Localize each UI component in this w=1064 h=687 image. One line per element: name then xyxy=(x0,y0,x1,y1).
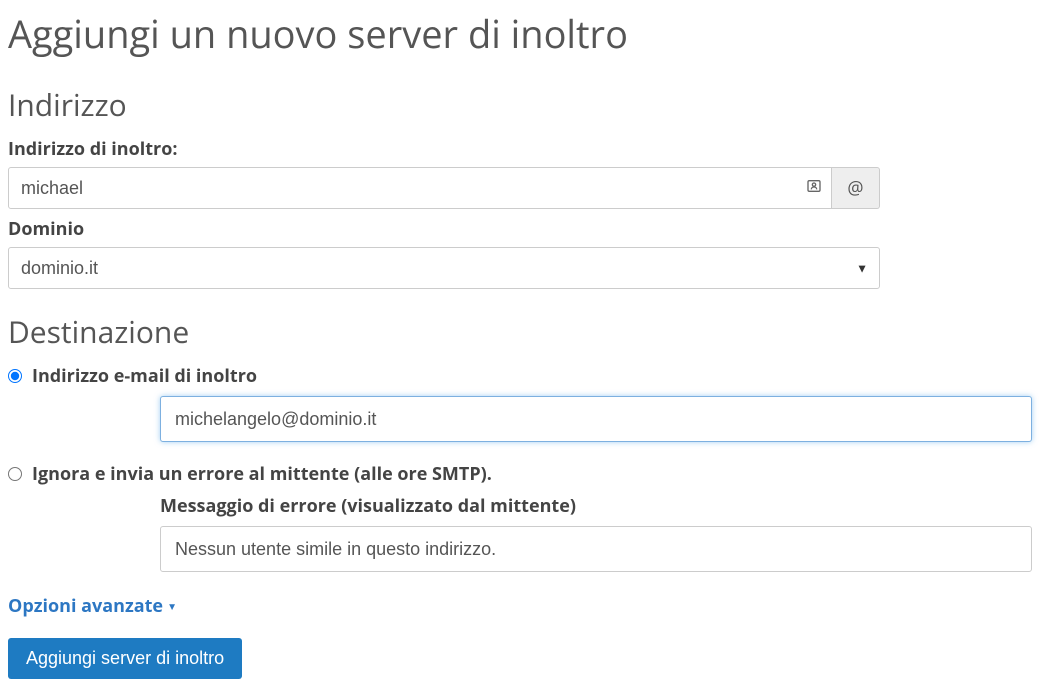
error-message-wrap: Messaggio di errore (visualizzato dal mi… xyxy=(160,494,1032,572)
domain-select[interactable]: dominio.it xyxy=(8,247,880,289)
submit-button[interactable]: Aggiungi server di inoltro xyxy=(8,638,242,679)
caret-down-icon: ▼ xyxy=(167,599,177,613)
page-title: Aggiungi un nuovo server di inoltro xyxy=(8,8,1056,60)
advanced-options-toggle[interactable]: Opzioni avanzate ▼ xyxy=(8,594,177,618)
error-message-label: Messaggio di errore (visualizzato dal mi… xyxy=(160,494,1032,518)
contact-card-icon xyxy=(806,177,822,199)
domain-select-wrap: dominio.it ▼ xyxy=(8,247,880,289)
radio-ignore-label: Ignora e invia un errore al mittente (al… xyxy=(32,462,492,486)
radio-forward[interactable] xyxy=(8,369,22,383)
advanced-options-label: Opzioni avanzate xyxy=(8,594,163,618)
at-symbol-addon: @ xyxy=(832,167,880,209)
domain-label: Dominio xyxy=(8,217,1056,241)
radio-ignore[interactable] xyxy=(8,467,22,481)
radio-forward-row: Indirizzo e-mail di inoltro xyxy=(8,364,1056,388)
section-title-destination: Destinazione xyxy=(8,311,1056,352)
destination-section: Destinazione Indirizzo e-mail di inoltro… xyxy=(8,311,1056,572)
forward-address-group: @ xyxy=(8,167,880,209)
section-title-address: Indirizzo xyxy=(8,84,1056,125)
radio-ignore-row: Ignora e invia un errore al mittente (al… xyxy=(8,462,1056,486)
error-message-input[interactable] xyxy=(160,526,1032,572)
forward-email-wrap xyxy=(160,396,1032,442)
forward-address-label: Indirizzo di inoltro: xyxy=(8,137,1056,161)
address-section: Indirizzo Indirizzo di inoltro: @ Domini… xyxy=(8,84,1056,289)
forward-address-input[interactable] xyxy=(8,167,832,209)
forward-email-input[interactable] xyxy=(160,396,1032,442)
radio-forward-label: Indirizzo e-mail di inoltro xyxy=(32,364,257,388)
